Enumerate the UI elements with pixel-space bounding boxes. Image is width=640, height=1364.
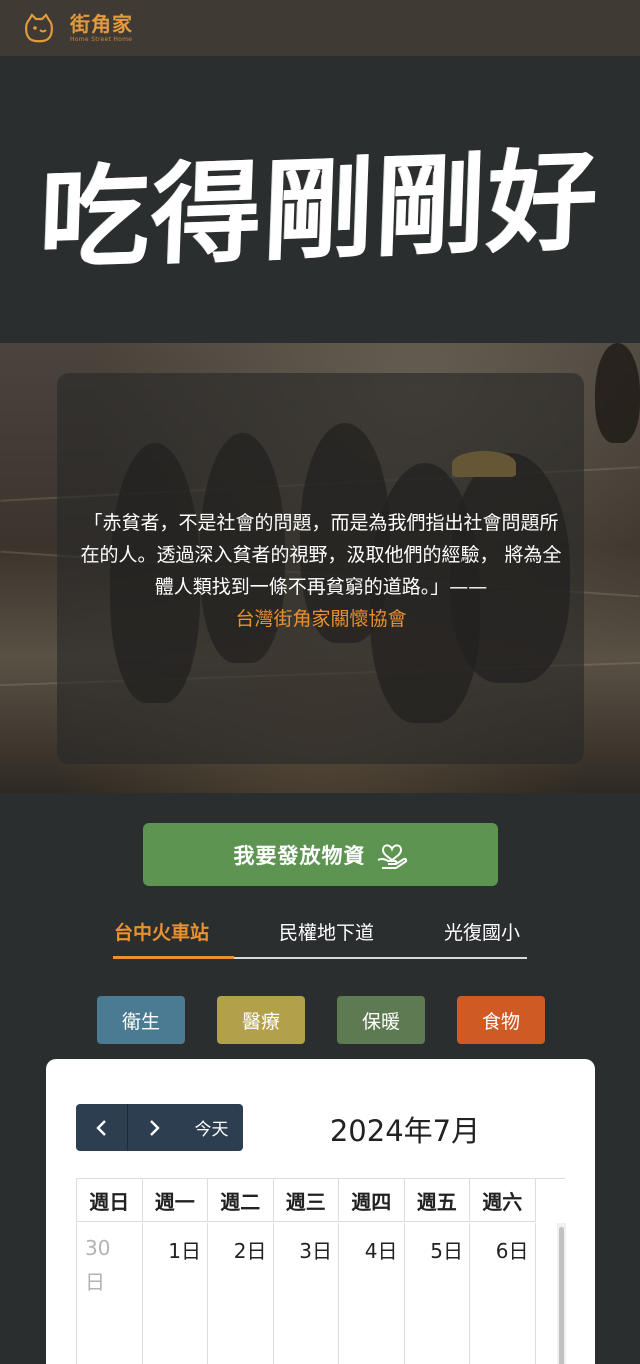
day-cell[interactable]: 2日 bbox=[208, 1223, 274, 1364]
brand-logo[interactable]: 街角家 Home Street Home bbox=[70, 14, 133, 43]
category-hygiene-button[interactable]: 衛生 bbox=[97, 996, 185, 1044]
day-number: 30日 bbox=[85, 1236, 111, 1294]
weekday-thu: 週四 bbox=[339, 1179, 405, 1222]
day-number: 2日 bbox=[233, 1239, 267, 1263]
calendar-scroll-thumb[interactable] bbox=[559, 1227, 564, 1364]
prev-month-button[interactable] bbox=[76, 1104, 128, 1151]
day-number: 3日 bbox=[299, 1239, 332, 1263]
distribute-supplies-label: 我要發放物資 bbox=[233, 843, 366, 868]
quote-author-link[interactable]: 台灣街角家關懷協會 bbox=[78, 603, 564, 635]
tab-guangfu-elementary[interactable]: 光復國小 bbox=[444, 918, 520, 945]
quote-body: 「赤貧者，不是社會的問題，而是為我們指出社會問題所在的人。透過深入貧者的視野，汲… bbox=[80, 512, 562, 598]
chevron-right-icon bbox=[150, 1119, 160, 1136]
category-food-button[interactable]: 食物 bbox=[457, 996, 545, 1044]
brand-subtitle: Home Street Home bbox=[70, 35, 133, 43]
calendar-week-row: 30日 1日 2日 3日 4日 5日 6日 bbox=[77, 1223, 536, 1364]
weekday-header: 週日 週一 週二 週三 週四 週五 週六 bbox=[77, 1179, 536, 1222]
top-header: 街角家 Home Street Home bbox=[0, 0, 640, 56]
smiling-face-icon[interactable] bbox=[22, 11, 56, 45]
today-button[interactable]: 今天 bbox=[180, 1115, 243, 1140]
chevron-left-icon bbox=[95, 1119, 106, 1136]
tab-minquan-underpass[interactable]: 民權地下道 bbox=[279, 918, 374, 945]
location-tabs: 台中火車站 民權地下道 光復國小 bbox=[113, 910, 527, 960]
weekday-wed: 週三 bbox=[274, 1179, 339, 1222]
day-number: 1日 bbox=[168, 1239, 201, 1263]
weekday-sat: 週六 bbox=[470, 1179, 536, 1222]
day-cell[interactable]: 5日 bbox=[405, 1223, 470, 1364]
tab-taichung-station[interactable]: 台中火車站 bbox=[114, 918, 209, 945]
brand-name: 街角家 bbox=[70, 11, 133, 36]
hero-title: 吃得剛剛好 bbox=[37, 135, 602, 284]
distribute-supplies-button[interactable]: 我要發放物資 bbox=[143, 823, 498, 886]
calendar-title: 2024年7月 bbox=[329, 1114, 481, 1148]
active-tab-indicator bbox=[113, 956, 234, 959]
weekday-mon: 週一 bbox=[143, 1179, 208, 1222]
next-month-button[interactable] bbox=[128, 1104, 180, 1151]
calendar-grid: 週日 週一 週二 週三 週四 週五 週六 30日 1日 2日 3日 4日 5日 … bbox=[76, 1178, 566, 1364]
heart-hand-icon bbox=[377, 843, 407, 869]
day-number: 6日 bbox=[495, 1239, 529, 1263]
weekday-sun: 週日 bbox=[77, 1179, 143, 1222]
day-cell[interactable]: 4日 bbox=[339, 1223, 405, 1364]
weekday-fri: 週五 bbox=[405, 1179, 470, 1222]
day-number: 5日 bbox=[430, 1239, 463, 1263]
quote-text: 「赤貧者，不是社會的問題，而是為我們指出社會問題所在的人。透過深入貧者的視野，汲… bbox=[78, 507, 564, 635]
calendar-nav: 今天 bbox=[76, 1104, 243, 1151]
day-number: 4日 bbox=[364, 1239, 398, 1263]
weekday-tue: 週二 bbox=[208, 1179, 274, 1222]
category-warmth-button[interactable]: 保暖 bbox=[337, 996, 425, 1044]
day-cell[interactable]: 30日 bbox=[77, 1223, 143, 1364]
day-cell[interactable]: 6日 bbox=[470, 1223, 536, 1364]
hero-banner: 吃得剛剛好 bbox=[0, 56, 640, 343]
day-cell[interactable]: 1日 bbox=[143, 1223, 208, 1364]
day-cell[interactable]: 3日 bbox=[274, 1223, 339, 1364]
category-medical-button[interactable]: 醫療 bbox=[217, 996, 305, 1044]
